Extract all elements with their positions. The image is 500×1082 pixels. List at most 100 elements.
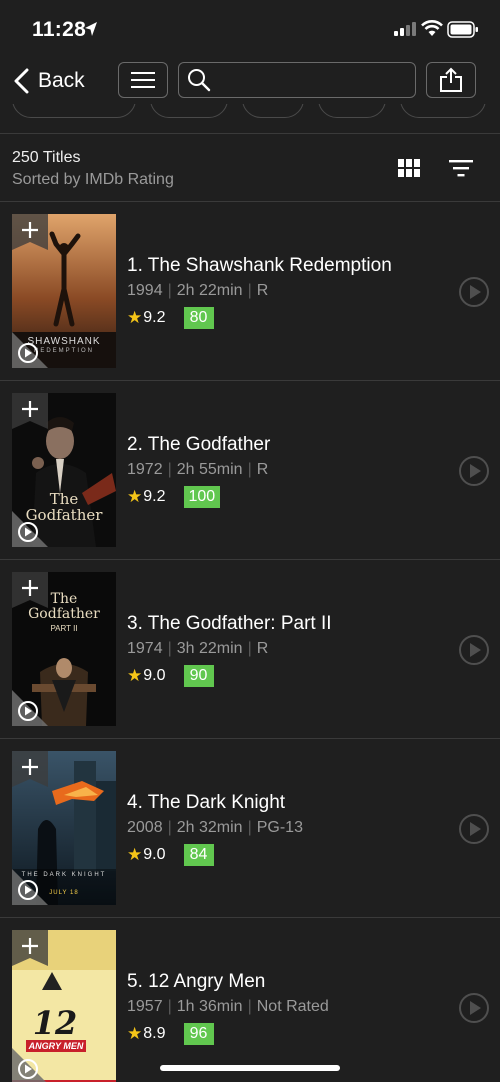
add-to-watchlist-icon[interactable] bbox=[12, 572, 48, 608]
list-item[interactable]: The Godfather 2. The Godfather 1972 | 2h 5… bbox=[0, 381, 500, 560]
cellular-signal-icon bbox=[394, 22, 416, 36]
metascore-badge: 80 bbox=[183, 307, 214, 329]
search-box[interactable] bbox=[178, 62, 416, 98]
metascore-badge: 90 bbox=[183, 665, 214, 687]
movie-meta: 2008 | 2h 32min | PG-13 bbox=[127, 819, 303, 836]
play-icon[interactable] bbox=[458, 455, 490, 487]
metascore-badge: 100 bbox=[183, 486, 221, 508]
location-arrow-icon bbox=[85, 22, 97, 36]
chevron-left-icon bbox=[14, 68, 29, 94]
star-icon: ★ bbox=[127, 666, 143, 685]
sort-description: Sorted by IMDb Rating bbox=[12, 171, 174, 188]
movie-title[interactable]: 3. The Godfather: Part II bbox=[127, 613, 332, 635]
rating-line: ★ 9.2 100 bbox=[127, 485, 221, 509]
imdb-rating: 9.0 bbox=[143, 667, 166, 684]
title-count: 250 Titles bbox=[12, 149, 81, 166]
movie-runtime: 2h 32min bbox=[176, 819, 243, 836]
movie-meta: 1994 | 2h 22min | R bbox=[127, 282, 269, 299]
filter-chip[interactable] bbox=[318, 104, 386, 118]
movie-runtime: 2h 55min bbox=[176, 461, 243, 478]
share-icon bbox=[440, 67, 462, 92]
filter-chip[interactable] bbox=[150, 104, 228, 118]
filter-chip[interactable] bbox=[400, 104, 486, 118]
play-icon[interactable] bbox=[458, 276, 490, 308]
play-trailer-icon[interactable] bbox=[12, 511, 48, 547]
rating-line: ★ 9.2 80 bbox=[127, 306, 214, 330]
play-trailer-icon[interactable] bbox=[12, 1048, 48, 1082]
movie-runtime: 1h 36min bbox=[176, 998, 243, 1015]
movie-year: 2008 bbox=[127, 819, 163, 836]
status-time: 11:28 bbox=[32, 18, 87, 41]
movie-year: 1957 bbox=[127, 998, 163, 1015]
poster-image[interactable]: The Godfather bbox=[12, 393, 116, 547]
nav-bar: Back bbox=[0, 58, 500, 104]
poster-image[interactable]: THE DARK KNIGHT JULY 18 bbox=[12, 751, 116, 905]
imdb-rating: 9.2 bbox=[143, 488, 166, 505]
star-icon: ★ bbox=[127, 308, 143, 327]
back-label: Back bbox=[38, 69, 85, 92]
movie-title[interactable]: 2. The Godfather bbox=[127, 434, 270, 456]
star-icon: ★ bbox=[127, 1024, 143, 1043]
wifi-icon bbox=[421, 20, 443, 36]
list-item[interactable]: THE DARK KNIGHT JULY 18 4. The Dark Knig… bbox=[0, 739, 500, 918]
movie-title[interactable]: 4. The Dark Knight bbox=[127, 792, 285, 814]
movie-year: 1974 bbox=[127, 640, 163, 657]
poster-image[interactable]: SHAWSHANK REDEMPTION bbox=[12, 214, 116, 368]
share-button[interactable] bbox=[426, 62, 476, 98]
metascore-badge: 96 bbox=[183, 1023, 214, 1045]
list-item[interactable]: SHAWSHANK REDEMPTION 1. The Shawshank Re… bbox=[0, 202, 500, 381]
movie-year: 1972 bbox=[127, 461, 163, 478]
metascore-badge: 84 bbox=[183, 844, 214, 866]
imdb-rating: 9.2 bbox=[143, 309, 166, 326]
movie-runtime: 2h 22min bbox=[176, 282, 243, 299]
movie-meta: 1974 | 3h 22min | R bbox=[127, 640, 269, 657]
menu-button[interactable] bbox=[118, 62, 168, 98]
movie-certificate: R bbox=[256, 282, 269, 299]
status-bar: 11:28 bbox=[0, 0, 500, 58]
list-item[interactable]: The Godfather PART II 3. The Godfather: … bbox=[0, 560, 500, 739]
poster-image[interactable]: The Godfather PART II bbox=[12, 572, 116, 726]
poster-subtitle: PART II bbox=[50, 624, 78, 633]
sort-filter-icon[interactable] bbox=[449, 159, 473, 177]
back-button[interactable]: Back bbox=[12, 62, 85, 100]
play-trailer-icon[interactable] bbox=[12, 332, 48, 368]
add-to-watchlist-icon[interactable] bbox=[12, 930, 48, 966]
add-to-watchlist-icon[interactable] bbox=[12, 751, 48, 787]
star-icon: ★ bbox=[127, 845, 143, 864]
filter-chip-strip bbox=[0, 104, 500, 134]
home-indicator[interactable] bbox=[160, 1065, 340, 1071]
imdb-rating: 9.0 bbox=[143, 846, 166, 863]
battery-icon bbox=[447, 21, 478, 38]
play-trailer-icon[interactable] bbox=[12, 869, 48, 905]
poster-image[interactable]: 12 ANGRY MEN bbox=[12, 930, 116, 1082]
movie-certificate: Not Rated bbox=[256, 998, 329, 1015]
movie-meta: 1957 | 1h 36min | Not Rated bbox=[127, 998, 329, 1015]
grid-view-icon[interactable] bbox=[398, 159, 420, 177]
movie-certificate: PG-13 bbox=[256, 819, 303, 836]
filter-chip[interactable] bbox=[12, 104, 136, 118]
hamburger-menu-icon bbox=[131, 72, 155, 88]
movie-year: 1994 bbox=[127, 282, 163, 299]
play-trailer-icon[interactable] bbox=[12, 690, 48, 726]
movie-title[interactable]: 5. 12 Angry Men bbox=[127, 971, 265, 993]
add-to-watchlist-icon[interactable] bbox=[12, 214, 48, 250]
rating-line: ★ 9.0 84 bbox=[127, 843, 214, 867]
movie-meta: 1972 | 2h 55min | R bbox=[127, 461, 269, 478]
imdb-rating: 8.9 bbox=[143, 1025, 166, 1042]
play-icon[interactable] bbox=[458, 634, 490, 666]
rating-line: ★ 9.0 90 bbox=[127, 664, 214, 688]
movie-certificate: R bbox=[256, 640, 269, 657]
movie-certificate: R bbox=[256, 461, 269, 478]
list-item[interactable]: 12 ANGRY MEN 5. 12 Angry Men 1957 | 1h 36m… bbox=[0, 918, 500, 1082]
list-header: 250 Titles Sorted by IMDb Rating bbox=[0, 134, 500, 201]
search-icon bbox=[188, 69, 211, 92]
add-to-watchlist-icon[interactable] bbox=[12, 393, 48, 429]
poster-title: 12 bbox=[32, 1004, 78, 1042]
movie-title[interactable]: 1. The Shawshank Redemption bbox=[127, 255, 392, 277]
search-input[interactable] bbox=[217, 71, 407, 89]
play-icon[interactable] bbox=[458, 813, 490, 845]
rating-line: ★ 8.9 96 bbox=[127, 1022, 214, 1046]
star-icon: ★ bbox=[127, 487, 143, 506]
filter-chip[interactable] bbox=[242, 104, 304, 118]
play-icon[interactable] bbox=[458, 992, 490, 1024]
